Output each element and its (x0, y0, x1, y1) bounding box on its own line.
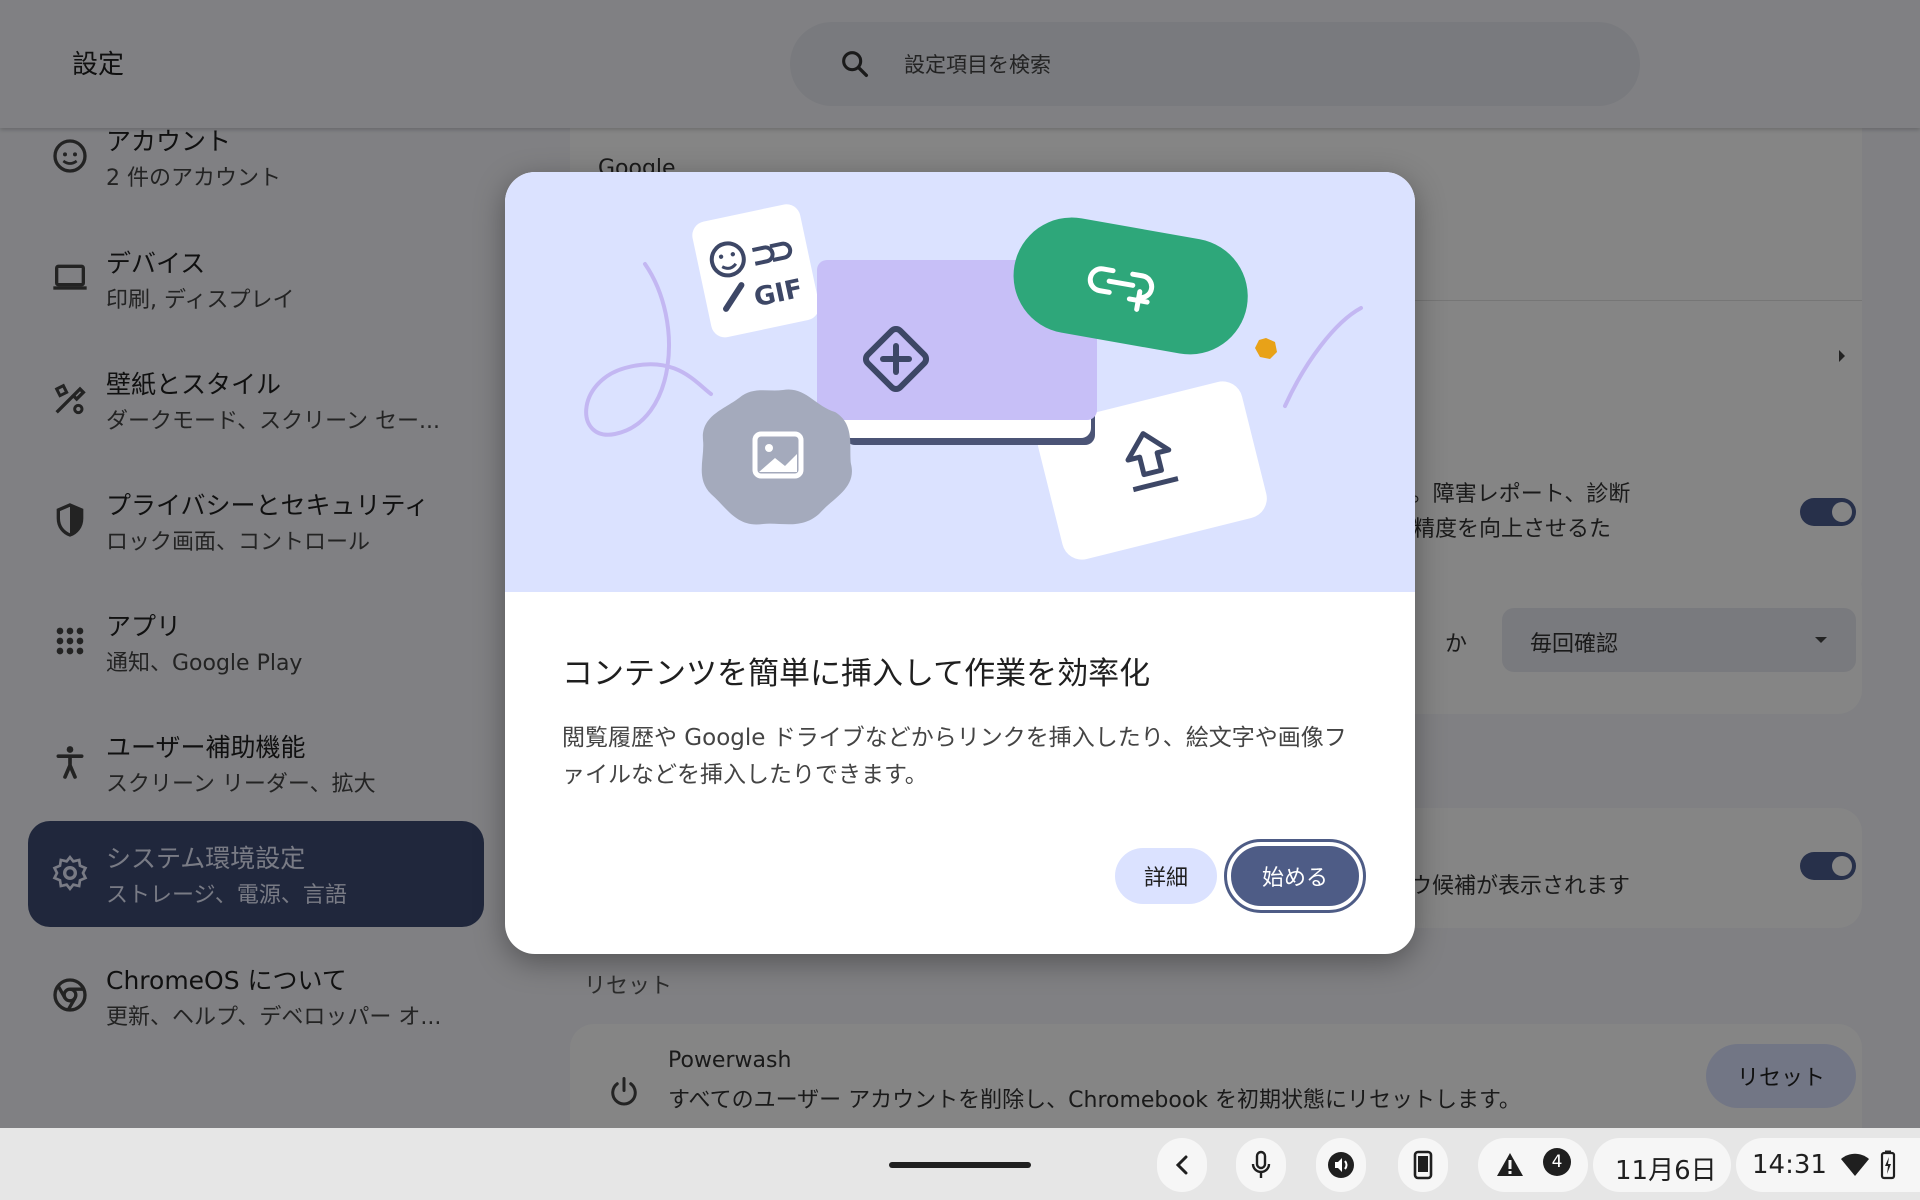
details-button[interactable]: 詳細 (1115, 848, 1217, 904)
notification-center-button[interactable] (1478, 1138, 1588, 1192)
decorative-line (1283, 306, 1363, 408)
phone-icon (1413, 1150, 1433, 1180)
battery-charging-icon (1880, 1150, 1896, 1180)
decorative-swirl (584, 262, 713, 437)
notification-count-badge: 4 (1543, 1148, 1571, 1176)
select-to-speak-button[interactable] (1316, 1138, 1366, 1192)
emoji-gif-card: GIF (692, 204, 820, 338)
dialog-body: 閲覧履歴や Google ドライブなどからリンクを挿入したり、絵文字や画像ファイ… (562, 725, 1347, 788)
dictation-button[interactable] (1236, 1138, 1286, 1192)
feature-dialog: GIF コンテンツを簡単に挿入して作業を効率化 閲覧履歴や Google ドライ… (505, 172, 1415, 954)
select-to-speak-icon (1328, 1152, 1354, 1178)
warning-icon (1497, 1153, 1523, 1176)
dialog-title: コンテンツを簡単に挿入して作業を効率化 (562, 656, 1151, 692)
home-bar[interactable] (889, 1162, 1031, 1168)
get-started-button[interactable]: 始める (1224, 839, 1366, 913)
shelf-time: 14:31 (1752, 1150, 1827, 1180)
chevron-left-icon (1175, 1155, 1188, 1175)
shelf-date: 11月6日 (1615, 1156, 1717, 1186)
orange-dot (1255, 338, 1277, 359)
system-shelf: 4 11月6日 14:31 (0, 1128, 1920, 1200)
microphone-icon (1251, 1150, 1271, 1178)
back-button[interactable] (1157, 1138, 1207, 1192)
wifi-icon (1841, 1153, 1869, 1176)
dialog-illustration: GIF (505, 172, 1415, 592)
phone-hub-button[interactable] (1398, 1138, 1448, 1192)
